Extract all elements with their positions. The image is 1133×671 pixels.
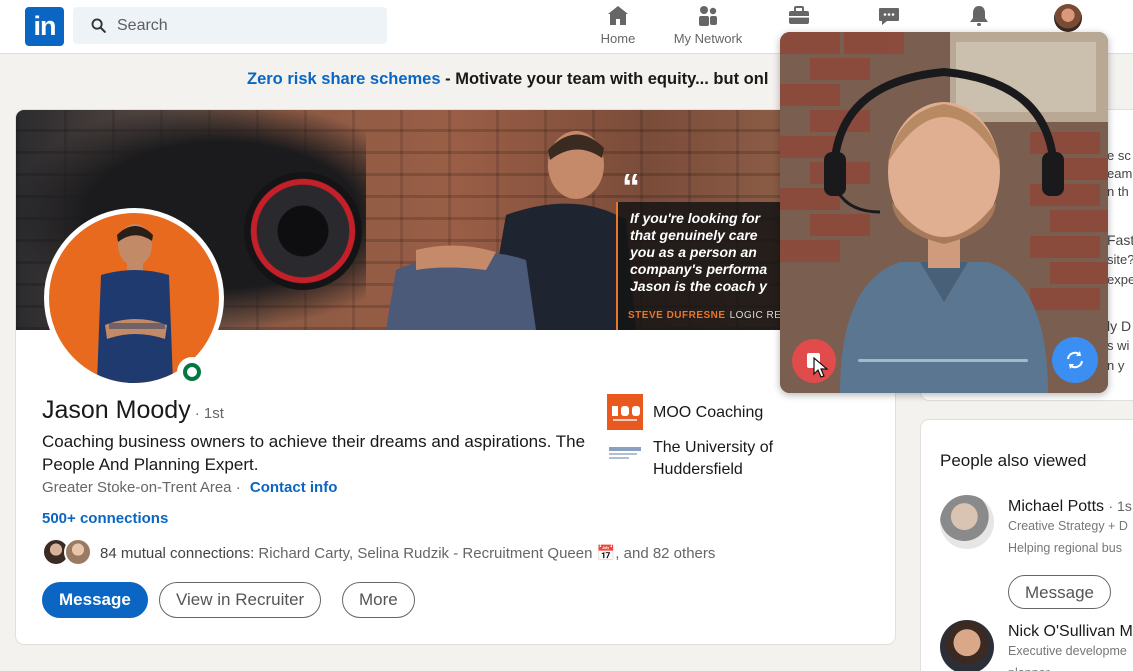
sidebar-fragment: n y xyxy=(1107,358,1125,373)
person-headline-2: planner xyxy=(1008,666,1050,671)
search-input[interactable] xyxy=(117,7,377,44)
contact-info-link[interactable]: Contact info xyxy=(250,479,338,496)
jobs-icon xyxy=(789,6,809,24)
profile-card: “ If you're looking for that genuinely c… xyxy=(16,110,895,644)
promo-text: Motivate your team with equity... but on… xyxy=(455,70,769,88)
quote-org: LOGIC RE xyxy=(729,310,782,321)
person-degree: · 1s xyxy=(1108,498,1132,514)
location-line: Greater Stoke-on-Trent Area · Contact in… xyxy=(42,479,337,496)
location: Greater Stoke-on-Trent Area xyxy=(42,479,232,496)
more-button[interactable]: More xyxy=(342,582,415,618)
home-icon xyxy=(608,6,628,25)
notifications-icon xyxy=(970,6,988,26)
mutual-avatar xyxy=(64,538,92,566)
nav-my-network[interactable]: My Network xyxy=(668,4,748,50)
connection-degree: · 1st xyxy=(194,405,224,422)
person-avatar[interactable] xyxy=(940,620,994,671)
profile-name: Jason Moody · 1st xyxy=(42,396,224,425)
refresh-icon xyxy=(1067,351,1083,369)
quote-mark: “ xyxy=(622,166,640,207)
webcam-video-overlay[interactable] xyxy=(780,32,1108,393)
person-name[interactable]: Michael Potts · 1s xyxy=(1008,498,1132,516)
view-in-recruiter-button[interactable]: View in Recruiter xyxy=(159,582,322,618)
sidebar-fragment: n th xyxy=(1107,184,1129,199)
people-also-viewed-card: People also viewed Michael Potts · 1s Cr… xyxy=(921,420,1133,671)
profile-name-text: Jason Moody xyxy=(42,396,191,424)
person-name-text: Michael Potts xyxy=(1008,498,1105,515)
person-headline-2: Helping regional bus xyxy=(1008,541,1122,555)
person-message-button[interactable]: Message xyxy=(1008,575,1111,609)
quote-attribution: STEVE DUFRESNE LOGIC RE xyxy=(628,307,781,324)
sidebar-fragment: ly D xyxy=(1107,318,1132,334)
person-avatar[interactable] xyxy=(940,495,994,549)
network-icon xyxy=(699,6,717,26)
location-separator: · xyxy=(231,479,245,496)
recording-progress-bar xyxy=(858,359,1028,362)
person-headline: Executive developme xyxy=(1008,644,1127,658)
promo-title[interactable]: Zero risk share schemes xyxy=(247,70,441,88)
sidebar-fragment: site? xyxy=(1107,252,1133,267)
connections-link[interactable]: 500+ connections xyxy=(42,510,168,527)
person-name[interactable]: Nick O'Sullivan M xyxy=(1008,623,1133,641)
sidebar-fragment: Fast xyxy=(1107,232,1133,248)
quote-author: STEVE DUFRESNE xyxy=(628,310,726,321)
online-status-indicator xyxy=(177,357,207,387)
nav-my-network-label: My Network xyxy=(673,31,743,46)
moo-coaching-logo: moo-coaching-logo xyxy=(607,394,643,430)
profile-headline: Coaching business owners to achieve thei… xyxy=(42,432,586,474)
me-avatar[interactable] xyxy=(1054,4,1082,32)
sidebar-fragment: e sc xyxy=(1107,148,1131,163)
sidebar-fragment: s wi xyxy=(1107,338,1130,353)
search-bar[interactable] xyxy=(73,7,387,44)
nav-home-label: Home xyxy=(600,31,636,46)
university-logo xyxy=(609,447,641,459)
mouse-cursor-icon xyxy=(813,357,829,378)
sidebar-fragment: eam xyxy=(1107,166,1133,181)
cover-person-graphic xyxy=(386,131,636,330)
mutual-connections-text: 84 mutual connections: Richard Carty, Se… xyxy=(100,544,715,562)
nav-home[interactable]: Home xyxy=(596,4,640,50)
message-button[interactable]: Message xyxy=(42,582,148,618)
mutual-count: 84 mutual connections: xyxy=(100,545,255,562)
experience-company: MOO Coaching xyxy=(653,404,764,421)
flip-camera-button[interactable] xyxy=(1052,337,1098,383)
camera-lens-graphic xyxy=(244,172,362,290)
sidebar-fragment: expe xyxy=(1107,272,1133,287)
people-also-viewed-title: People also viewed xyxy=(940,451,1087,470)
education-school: The University of Huddersfield xyxy=(653,439,774,478)
messaging-icon xyxy=(879,8,899,25)
search-icon xyxy=(91,18,106,33)
linkedin-logo[interactable]: in xyxy=(25,7,64,46)
mutual-names: Richard Carty, Selina Rudzik - Recruitme… xyxy=(254,545,716,562)
person-headline: Creative Strategy + D xyxy=(1008,519,1128,533)
promo-separator: - xyxy=(440,70,456,88)
